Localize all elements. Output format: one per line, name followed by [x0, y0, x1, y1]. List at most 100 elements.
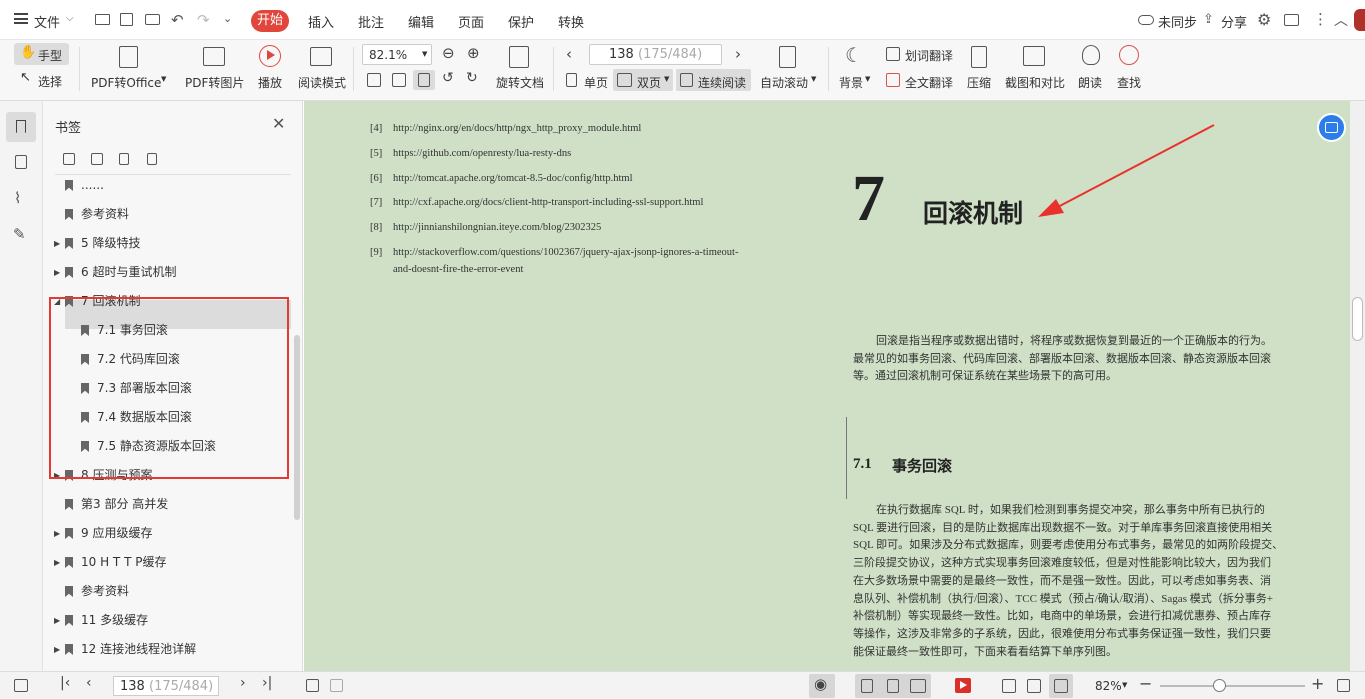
- file-menu[interactable]: 文件: [34, 12, 60, 31]
- more-icon[interactable]: ⋮: [1313, 10, 1328, 28]
- rotate-right-icon[interactable]: ↻: [466, 70, 478, 86]
- sync-status[interactable]: 未同步: [1158, 12, 1197, 31]
- auto-scroll-icon: [779, 46, 796, 68]
- zoom-out-icon[interactable]: ⊖: [442, 44, 455, 62]
- expand-bookmark-icon[interactable]: [119, 153, 129, 165]
- thumbnail-icon[interactable]: [15, 155, 27, 169]
- zoom-slider[interactable]: [1160, 685, 1305, 687]
- bookmark-item[interactable]: ▶ 6 超时与重试机制: [54, 258, 176, 287]
- expand-arrow-icon[interactable]: ▶: [54, 635, 60, 664]
- read-aloud-button[interactable]: 朗读: [1078, 74, 1102, 91]
- zoom-out-icon[interactable]: −: [1139, 674, 1152, 693]
- tab-annotate[interactable]: 批注: [358, 12, 384, 31]
- collapse-ribbon-icon[interactable]: ︿: [1334, 10, 1348, 30]
- forward-icon[interactable]: [330, 679, 343, 692]
- gear-icon[interactable]: ⚙: [1257, 10, 1271, 29]
- document-view[interactable]: [4] http://nginx.org/en/docs/http/ngx_htt…: [304, 101, 1350, 671]
- last-page-icon[interactable]: ›|: [262, 675, 272, 691]
- moon-icon: ☾: [845, 43, 863, 67]
- tab-page[interactable]: 页面: [458, 12, 484, 31]
- next-page-icon[interactable]: ›: [735, 45, 741, 63]
- double-view-icon[interactable]: [910, 679, 926, 693]
- zoom-in-icon[interactable]: ⊕: [467, 44, 480, 62]
- auto-scroll-button[interactable]: 自动滚动: [760, 74, 808, 91]
- tab-start[interactable]: 开始: [251, 10, 289, 32]
- panel-scrollbar[interactable]: [294, 335, 300, 520]
- bookmark-item[interactable]: ▶ 9 应用级缓存: [54, 519, 152, 548]
- cloud-icon[interactable]: [1138, 15, 1154, 25]
- single-page-button[interactable]: 单页: [584, 74, 608, 91]
- more-chevron-icon[interactable]: ⌄: [223, 12, 232, 25]
- pdf-to-image-button[interactable]: PDF转图片: [185, 74, 244, 91]
- rotate-left-icon[interactable]: ↺: [442, 70, 454, 86]
- tab-protect[interactable]: 保护: [508, 12, 534, 31]
- bookmark-item[interactable]: ......: [65, 171, 104, 200]
- background-button[interactable]: 背景: [839, 74, 863, 91]
- undo-icon[interactable]: ↶: [171, 11, 184, 29]
- bookmark-item[interactable]: ▶ 11 多级缓存: [54, 606, 148, 635]
- actual-size-icon[interactable]: [1002, 679, 1016, 693]
- prev-page-icon[interactable]: ‹: [566, 45, 572, 63]
- first-page-icon[interactable]: |‹: [60, 675, 70, 691]
- expand-arrow-icon[interactable]: ▶: [54, 548, 60, 577]
- read-mode-button[interactable]: 阅读模式: [298, 74, 346, 91]
- document-scrollbar[interactable]: [1350, 101, 1365, 671]
- back-icon[interactable]: [306, 679, 319, 692]
- find-button[interactable]: 查找: [1117, 74, 1141, 91]
- expand-arrow-icon[interactable]: ▶: [54, 519, 60, 548]
- expand-arrow-icon[interactable]: ▶: [54, 258, 60, 287]
- tab-edit[interactable]: 编辑: [408, 12, 434, 31]
- share-doc-icon: [1325, 122, 1338, 133]
- scroll-thumb[interactable]: [1352, 297, 1363, 341]
- bookmark-item[interactable]: ▶ 5 降级特技: [54, 229, 140, 258]
- rotate-doc-button[interactable]: 旋转文档: [496, 74, 544, 91]
- expand-arrow-icon[interactable]: ▶: [54, 229, 60, 258]
- attachment-icon[interactable]: ⌇: [14, 189, 21, 207]
- signature-icon[interactable]: ✎: [13, 225, 26, 243]
- screenshot-compare-button[interactable]: 截图和对比: [1005, 74, 1065, 91]
- share-icon[interactable]: ⇪: [1203, 12, 1214, 27]
- pdf-to-office-button[interactable]: PDF转Office: [91, 74, 161, 91]
- play-button[interactable]: 播放: [258, 74, 282, 91]
- save-icon[interactable]: [120, 13, 133, 26]
- sidebar-toggle-icon[interactable]: [14, 679, 28, 692]
- bookmark-item[interactable]: 参考资料: [65, 577, 129, 606]
- add-bookmark-icon[interactable]: [63, 153, 75, 165]
- collapse-bookmark-icon[interactable]: [147, 153, 157, 165]
- print-icon[interactable]: [145, 14, 160, 25]
- chevron-down-icon[interactable]: ⌵: [66, 13, 74, 24]
- prev-page-icon[interactable]: ‹: [86, 675, 92, 691]
- tab-convert[interactable]: 转换: [558, 12, 584, 31]
- comment-icon[interactable]: [1284, 14, 1299, 26]
- word-translate-button[interactable]: 划词翻译: [905, 47, 953, 64]
- bookmark-item[interactable]: 第3 部分 高并发: [65, 490, 168, 519]
- fit-page-icon[interactable]: [1027, 679, 1041, 693]
- zoom-in-icon[interactable]: +: [1311, 674, 1324, 693]
- tab-insert[interactable]: 插入: [308, 12, 334, 31]
- fit-page-icon[interactable]: [392, 73, 406, 87]
- hand-tool-label: 手型: [38, 49, 63, 63]
- window-edge-marker: [1354, 9, 1365, 31]
- close-icon[interactable]: ✕: [272, 114, 285, 133]
- zoom-slider-handle[interactable]: [1213, 679, 1226, 692]
- chevron-down-icon[interactable]: ▼: [1122, 681, 1127, 689]
- bookmark-item[interactable]: ▶ 10 H T T P缓存: [54, 548, 166, 577]
- next-page-icon[interactable]: ›: [240, 675, 246, 691]
- page-view-icon[interactable]: [887, 679, 899, 693]
- compress-button[interactable]: 压缩: [967, 74, 991, 91]
- hamburger-icon[interactable]: [14, 13, 28, 24]
- full-translate-button[interactable]: 全文翻译: [905, 74, 953, 91]
- expand-arrow-icon[interactable]: ▶: [54, 606, 60, 635]
- open-icon[interactable]: [95, 14, 110, 25]
- fullscreen-icon[interactable]: [1337, 679, 1350, 692]
- add-child-bookmark-icon[interactable]: [91, 153, 103, 165]
- select-tool-button[interactable]: 选择: [38, 73, 62, 90]
- play-icon[interactable]: [955, 678, 971, 693]
- share-button[interactable]: 分享: [1221, 12, 1247, 31]
- status-zoom[interactable]: 82%: [1095, 679, 1122, 693]
- actual-size-icon[interactable]: [367, 73, 381, 87]
- bookmark-item[interactable]: 参考资料: [65, 200, 129, 229]
- redo-icon[interactable]: ↷: [197, 11, 210, 29]
- single-view-icon[interactable]: [861, 679, 873, 693]
- bookmark-item[interactable]: ▶ 12 连接池线程池详解: [54, 635, 196, 664]
